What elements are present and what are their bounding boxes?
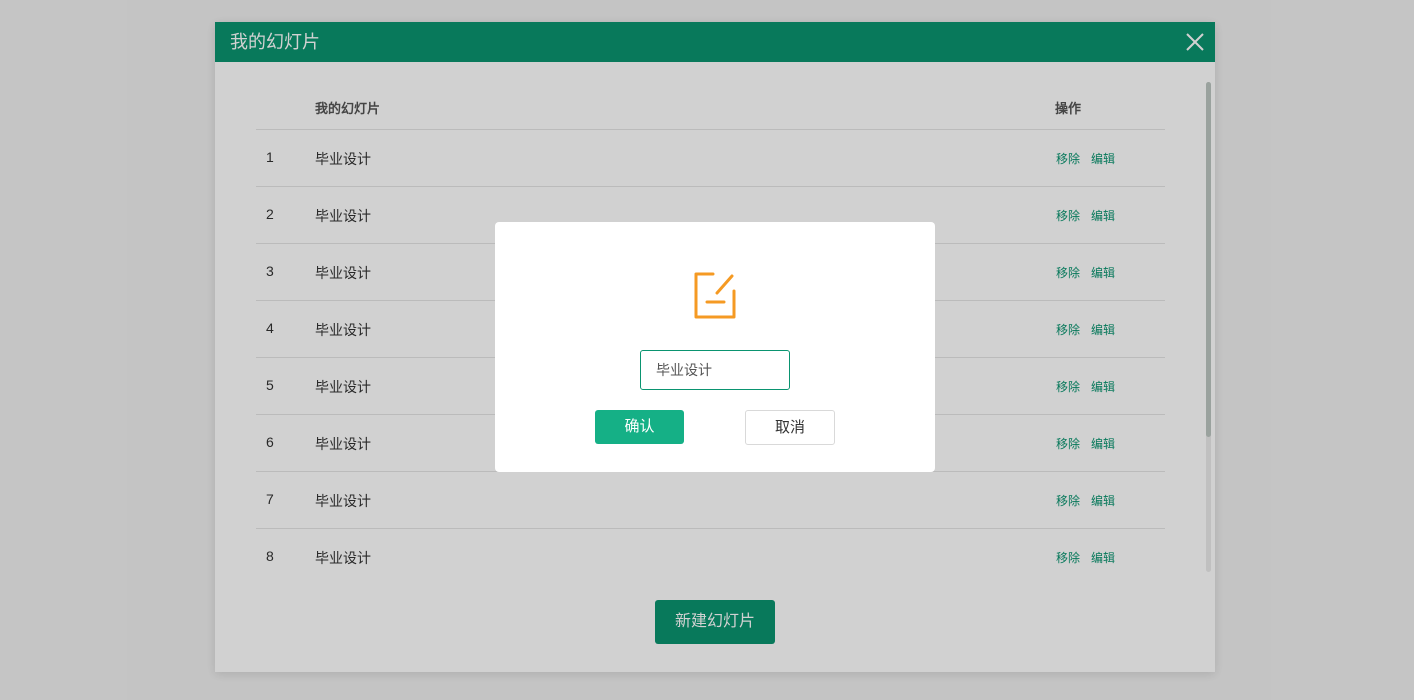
edit-icon	[694, 272, 736, 319]
rename-dialog: 确认 取消	[495, 222, 935, 472]
confirm-button[interactable]: 确认	[595, 410, 684, 444]
cancel-button[interactable]: 取消	[745, 410, 835, 445]
slide-name-input[interactable]	[640, 350, 790, 390]
